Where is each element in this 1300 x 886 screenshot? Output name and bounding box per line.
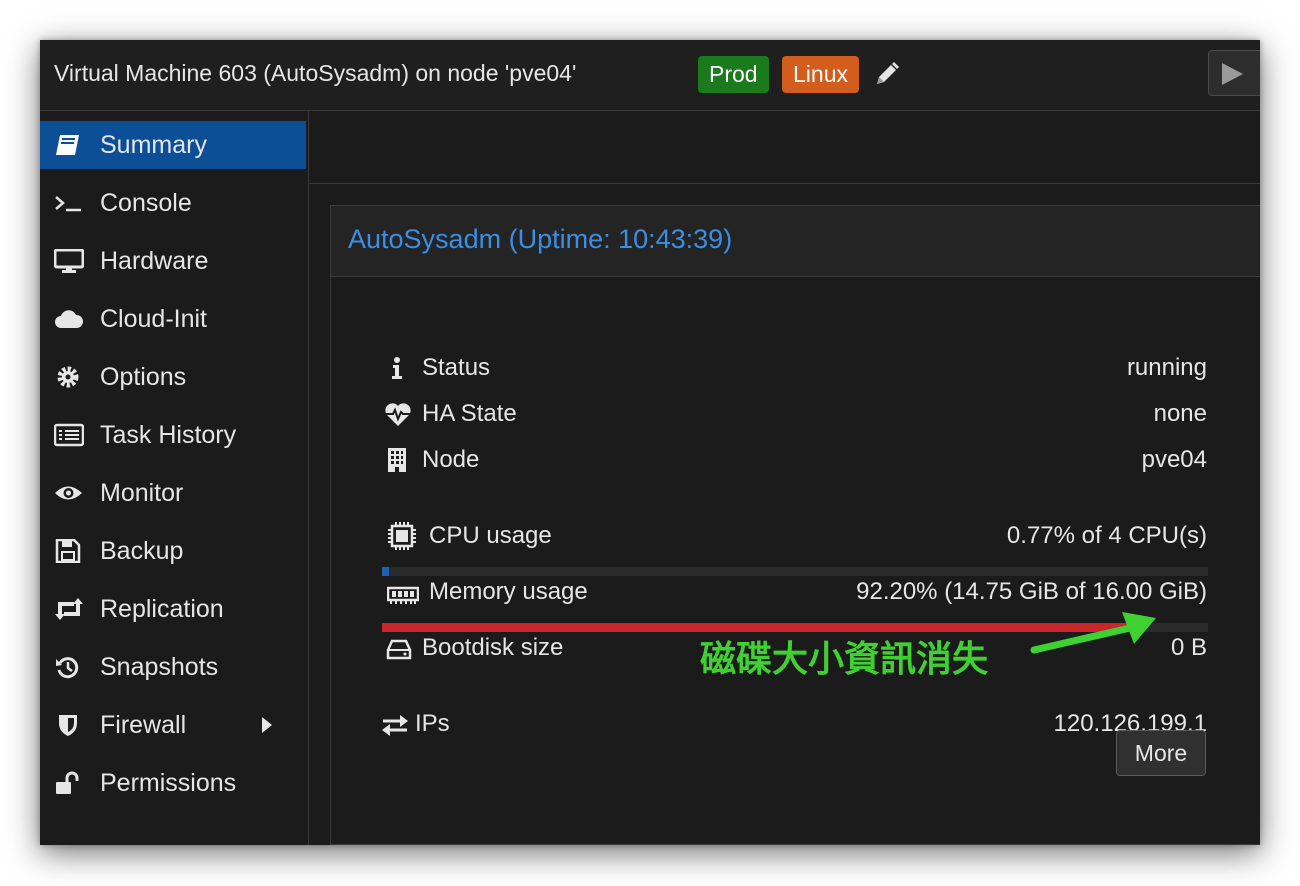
sidebar-item-label: Backup xyxy=(100,537,184,565)
sidebar-item-label: Options xyxy=(100,363,187,391)
cpu-usage-fill xyxy=(382,567,389,576)
tag-linux[interactable]: Linux xyxy=(782,56,859,93)
sidebar: Summary Console Hardware Cloud-Init Opti xyxy=(40,111,309,845)
list-icon xyxy=(53,423,85,447)
cpu-label: CPU usage xyxy=(429,522,552,549)
vm-title: Virtual Machine 603 (AutoSysadm) on node… xyxy=(54,60,577,86)
sidebar-item-label: Permissions xyxy=(100,769,237,797)
annotation-arrow-icon xyxy=(1030,608,1160,663)
toolbar xyxy=(309,111,1260,184)
status-value: running xyxy=(1126,354,1207,381)
exchange-icon xyxy=(381,714,409,741)
vm-window: Virtual Machine 603 (AutoSysadm) on node… xyxy=(40,40,1260,845)
hdd-icon xyxy=(386,639,412,666)
info-icon xyxy=(389,356,405,385)
sidebar-item-label: Task History xyxy=(100,421,237,449)
sidebar-item-summary[interactable]: Summary xyxy=(40,121,306,169)
panel-header: AutoSysadm (Uptime: 10:43:39) xyxy=(331,206,1260,277)
memory-value: 92.20% (14.75 GiB of 16.00 GiB) xyxy=(856,578,1207,605)
memory-icon xyxy=(386,584,420,611)
heartbeat-icon xyxy=(384,401,412,432)
ha-state-label: HA State xyxy=(422,400,517,427)
book-icon xyxy=(54,133,84,157)
terminal-icon xyxy=(54,191,84,215)
cpu-usage-bar xyxy=(382,567,1208,576)
sidebar-item-monitor[interactable]: Monitor xyxy=(40,469,306,517)
sidebar-item-label: Snapshots xyxy=(100,653,219,681)
shield-icon xyxy=(54,713,84,737)
desktop-icon xyxy=(53,248,85,273)
main-content: AutoSysadm (Uptime: 10:43:39) Status run… xyxy=(309,111,1260,845)
tag-prod[interactable]: Prod xyxy=(698,56,769,93)
title-bar: Virtual Machine 603 (AutoSysadm) on node… xyxy=(40,40,1260,111)
sidebar-item-task-history[interactable]: Task History xyxy=(40,411,306,459)
sidebar-item-label: Replication xyxy=(100,595,224,623)
cpu-value: 0.77% of 4 CPU(s) xyxy=(1006,522,1207,549)
sidebar-item-options[interactable]: Options xyxy=(40,353,306,401)
node-value: pve04 xyxy=(1141,446,1207,473)
history-icon xyxy=(54,655,84,679)
status-label: Status xyxy=(422,354,491,381)
play-icon xyxy=(1222,63,1243,85)
sidebar-item-firewall[interactable]: Firewall xyxy=(40,701,306,749)
sidebar-item-label: Console xyxy=(100,189,192,217)
cpu-icon xyxy=(386,520,418,557)
sidebar-item-label: Firewall xyxy=(100,711,187,739)
node-label: Node xyxy=(422,446,480,473)
sidebar-item-backup[interactable]: Backup xyxy=(40,527,306,575)
retweet-icon xyxy=(54,597,84,621)
summary-panel: AutoSysadm (Uptime: 10:43:39) Status run… xyxy=(330,205,1260,845)
more-button[interactable]: More xyxy=(1116,730,1206,776)
sidebar-item-snapshots[interactable]: Snapshots xyxy=(40,643,306,691)
floppy-icon xyxy=(54,538,84,564)
sidebar-item-label: Hardware xyxy=(100,247,209,275)
building-icon xyxy=(387,447,407,478)
annotation-text: 磁碟大小資訊消失 xyxy=(700,639,989,680)
sidebar-item-label: Monitor xyxy=(100,479,184,507)
gear-icon xyxy=(54,365,84,389)
memory-label: Memory usage xyxy=(429,578,588,605)
eye-icon xyxy=(54,481,84,505)
ha-state-value: none xyxy=(1153,400,1207,427)
start-button[interactable] xyxy=(1208,50,1260,96)
bootdisk-label: Bootdisk size xyxy=(422,634,564,661)
panel-title: AutoSysadm (Uptime: 10:43:39) xyxy=(348,224,733,254)
cloud-icon xyxy=(54,307,84,331)
unlock-icon xyxy=(54,771,84,795)
sidebar-item-label: Summary xyxy=(100,131,207,159)
sidebar-item-cloud-init[interactable]: Cloud-Init xyxy=(40,295,306,343)
sidebar-item-console[interactable]: Console xyxy=(40,179,306,227)
bootdisk-value: 0 B xyxy=(1170,634,1207,661)
ips-label: IPs xyxy=(415,710,450,737)
sidebar-item-permissions[interactable]: Permissions xyxy=(40,759,306,807)
caret-right-icon[interactable] xyxy=(260,715,274,740)
pencil-icon[interactable] xyxy=(873,60,901,88)
sidebar-item-hardware[interactable]: Hardware xyxy=(40,237,306,285)
sidebar-item-label: Cloud-Init xyxy=(100,305,207,333)
sidebar-item-replication[interactable]: Replication xyxy=(40,585,306,633)
